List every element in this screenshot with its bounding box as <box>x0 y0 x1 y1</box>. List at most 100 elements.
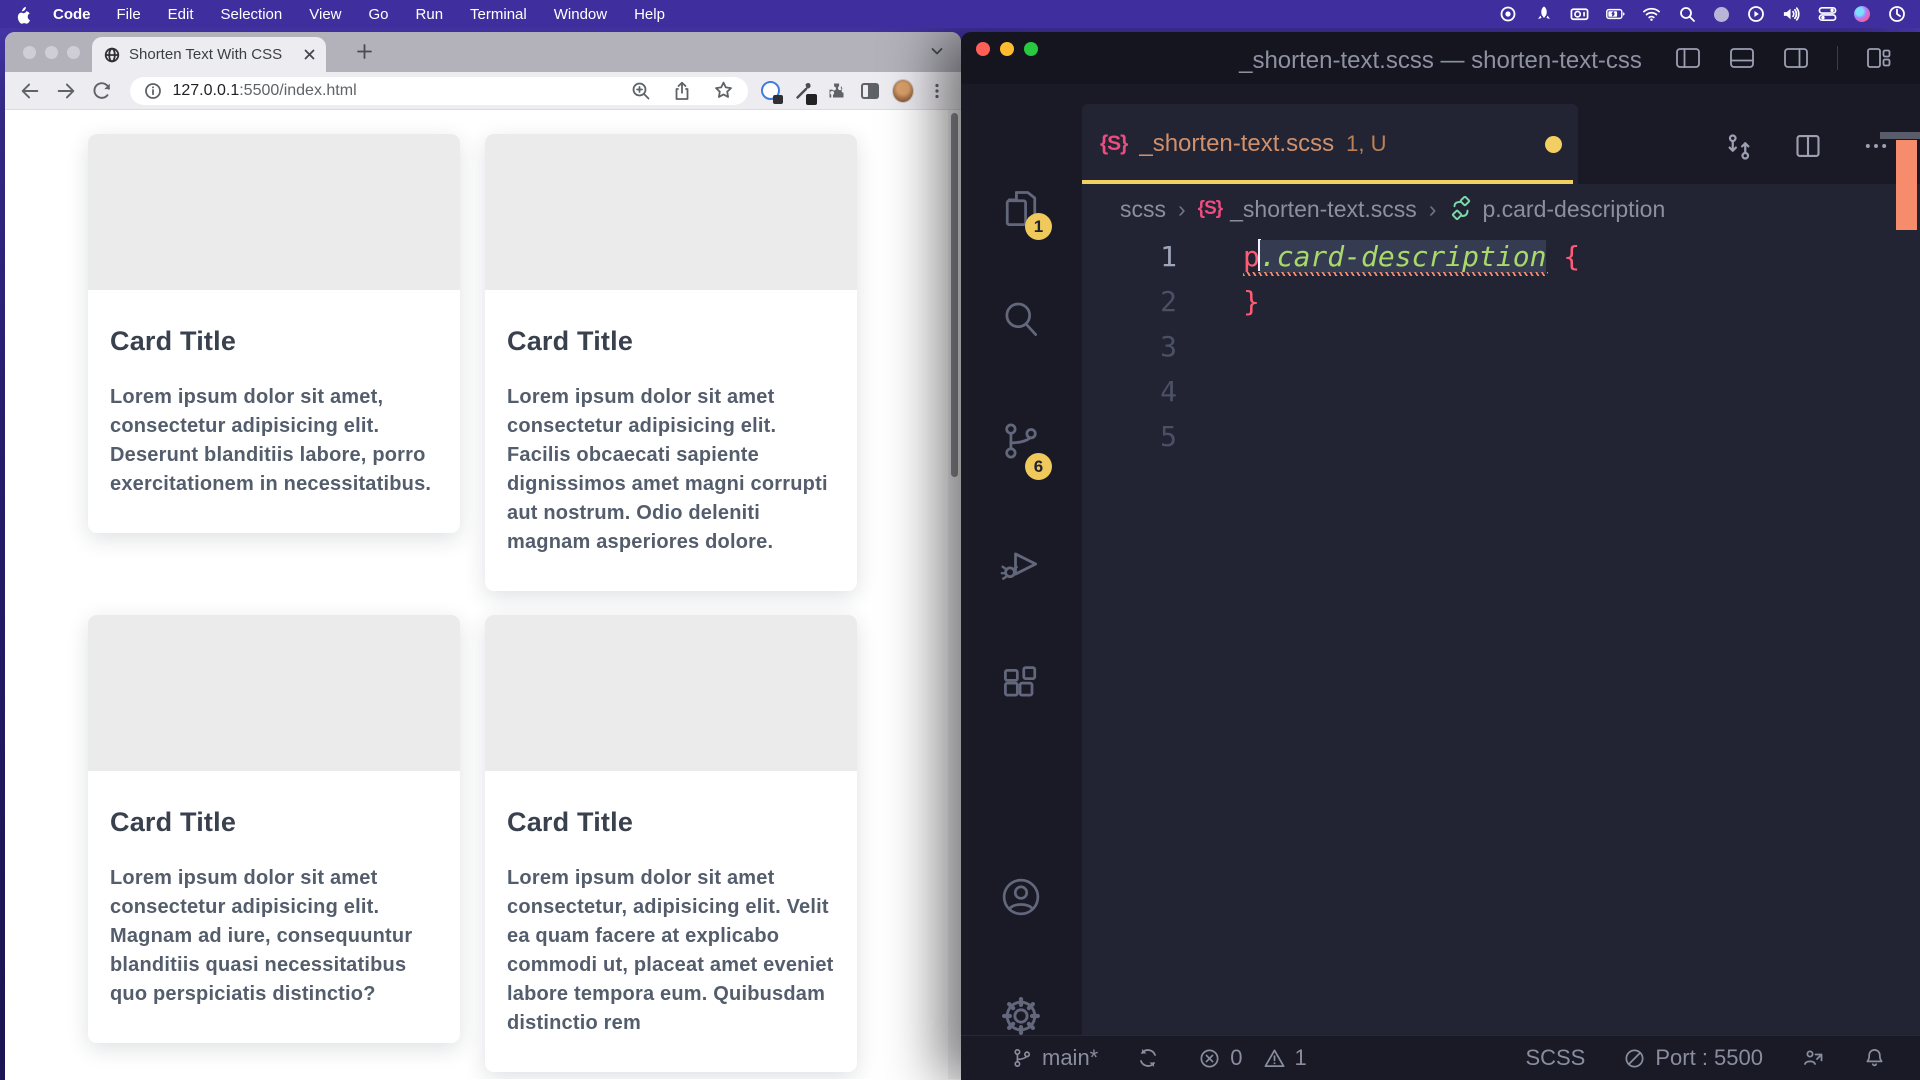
card-1: Card Title Lorem ipsum dolor sit amet, c… <box>88 134 460 533</box>
split-editor-icon[interactable] <box>1794 132 1822 162</box>
toggle-secondary-sidebar-icon[interactable] <box>1783 46 1809 70</box>
browser-menu-icon[interactable] <box>926 80 947 102</box>
record-icon[interactable] <box>1498 5 1517 24</box>
toggle-sidebar-icon[interactable] <box>1675 46 1701 70</box>
zoom-icon[interactable] <box>630 80 652 102</box>
sync-button[interactable] <box>1136 1046 1160 1070</box>
line-number: 1 <box>1082 234 1177 279</box>
unsaved-changes-dot[interactable] <box>1545 136 1562 153</box>
forward-button[interactable] <box>55 79 78 103</box>
url-text[interactable]: 127.0.0.1:5500/index.html <box>172 82 611 100</box>
control-center-icon[interactable] <box>1818 5 1837 24</box>
privacy-extension-icon[interactable] <box>760 80 781 102</box>
card-4-image-placeholder <box>485 615 857 771</box>
menu-go[interactable]: Go <box>369 6 389 23</box>
apple-menu-icon[interactable] <box>14 5 31 24</box>
battery-icon[interactable] <box>1606 5 1625 24</box>
token-close-brace: } <box>1243 285 1260 318</box>
menu-edit[interactable]: Edit <box>168 6 194 23</box>
clock-icon[interactable] <box>1887 5 1906 24</box>
site-info-icon[interactable] <box>144 82 162 100</box>
token-tag: p <box>1243 240 1260 273</box>
code-editor[interactable]: 1 p.card-description { 2 } 3 4 5 <box>1082 234 1920 1035</box>
breadcrumb-separator: › <box>1429 196 1437 223</box>
browser-tab[interactable]: Shorten Text With CSS <box>92 37 326 72</box>
tab-strip-chevron-down-icon[interactable] <box>929 44 945 58</box>
customize-layout-icon[interactable] <box>1866 46 1892 70</box>
bookmark-star-icon[interactable] <box>712 80 734 102</box>
line-number: 4 <box>1082 369 1177 414</box>
menu-view[interactable]: View <box>309 6 341 23</box>
toggle-panel-icon[interactable] <box>1729 46 1755 70</box>
code-line-1[interactable]: 1 p.card-description { <box>1082 234 1920 279</box>
menu-app-name[interactable]: Code <box>53 6 91 23</box>
colorpicker-extension-icon[interactable] <box>793 80 814 102</box>
wifi-icon[interactable] <box>1642 5 1661 24</box>
profile-avatar[interactable] <box>892 80 914 102</box>
open-changes-icon[interactable] <box>1724 132 1754 162</box>
rocket-icon[interactable] <box>1534 5 1553 24</box>
vscode-window: _shorten-text.scss — shorten-text-css 1 … <box>961 32 1920 1080</box>
overview-ruler[interactable] <box>1880 132 1920 1035</box>
page-scrollbar-thumb[interactable] <box>951 113 958 477</box>
extensions-icon[interactable] <box>998 662 1044 708</box>
back-button[interactable] <box>19 79 42 103</box>
volume-icon[interactable] <box>1782 5 1801 24</box>
titlebar-separator <box>1837 46 1838 70</box>
card-4-title: Card Title <box>507 807 835 838</box>
play-circle-icon[interactable] <box>1746 5 1765 24</box>
live-server-port[interactable]: Port : 5500 <box>1623 1045 1763 1071</box>
branch-indicator[interactable]: main* <box>1011 1045 1098 1071</box>
scrollbar-thumb[interactable] <box>1880 132 1920 139</box>
account-icon[interactable] <box>998 874 1044 920</box>
editor-tab-bar: {S} _shorten-text.scss 1, U <box>1082 84 1920 184</box>
code-line-3[interactable]: 3 <box>1082 324 1920 369</box>
menu-terminal[interactable]: Terminal <box>470 6 527 23</box>
minimize-window-button[interactable] <box>45 46 58 59</box>
card-3-image-placeholder <box>88 615 460 771</box>
card-2-title: Card Title <box>507 326 835 357</box>
share-icon[interactable] <box>671 80 693 102</box>
warning-count: 1 <box>1295 1045 1307 1071</box>
extensions-puzzle-icon[interactable] <box>826 80 847 102</box>
activity-bar: 1 6 <box>961 84 1082 1035</box>
close-tab-icon[interactable] <box>303 48 316 61</box>
menu-run[interactable]: Run <box>416 6 444 23</box>
camera-icon[interactable] <box>1570 5 1589 24</box>
reload-button[interactable] <box>91 79 114 103</box>
toggle-sidebar-icon[interactable] <box>859 80 880 102</box>
breadcrumb-file[interactable]: _shorten-text.scss <box>1230 196 1417 223</box>
source-control-badge: 6 <box>1025 453 1052 480</box>
settings-gear-icon[interactable] <box>998 993 1044 1039</box>
card-1-description: Lorem ipsum dolor sit amet, consectetur … <box>110 383 438 499</box>
tab-file-name: _shorten-text.scss <box>1139 130 1334 158</box>
menu-file[interactable]: File <box>117 6 141 23</box>
code-line-4[interactable]: 4 <box>1082 369 1920 414</box>
run-debug-icon[interactable] <box>998 541 1044 587</box>
editor-tab[interactable]: {S} _shorten-text.scss 1, U <box>1082 104 1578 184</box>
siri-icon[interactable] <box>1854 6 1870 22</box>
menu-window[interactable]: Window <box>554 6 607 23</box>
new-tab-button[interactable] <box>355 42 374 61</box>
notifications-bell-icon[interactable] <box>1863 1046 1886 1070</box>
problems-indicator[interactable]: 0 1 <box>1198 1045 1307 1071</box>
breadcrumb-symbol[interactable]: p.card-description <box>1482 196 1665 223</box>
page-scrollbar-track[interactable] <box>948 110 961 1079</box>
breadcrumb-folder[interactable]: scss <box>1120 196 1166 223</box>
vscode-title-bar: _shorten-text.scss — shorten-text-css <box>961 32 1920 84</box>
close-window-button[interactable] <box>23 46 36 59</box>
language-mode[interactable]: SCSS <box>1525 1045 1585 1071</box>
page-content: Card Title Lorem ipsum dolor sit amet, c… <box>5 110 961 1079</box>
menu-selection[interactable]: Selection <box>221 6 283 23</box>
status-dot-icon[interactable] <box>1714 7 1729 22</box>
address-bar[interactable]: 127.0.0.1:5500/index.html <box>130 77 748 105</box>
menu-help[interactable]: Help <box>634 6 665 23</box>
card-4-description: Lorem ipsum dolor sit amet consectetur, … <box>507 864 835 1038</box>
feedback-icon[interactable] <box>1801 1046 1825 1070</box>
search-icon[interactable] <box>1678 5 1697 24</box>
search-icon[interactable] <box>998 296 1044 342</box>
code-line-5[interactable]: 5 <box>1082 414 1920 459</box>
maximize-window-button[interactable] <box>67 46 80 59</box>
code-line-2[interactable]: 2 } <box>1082 279 1920 324</box>
breadcrumb-separator: › <box>1178 196 1186 223</box>
